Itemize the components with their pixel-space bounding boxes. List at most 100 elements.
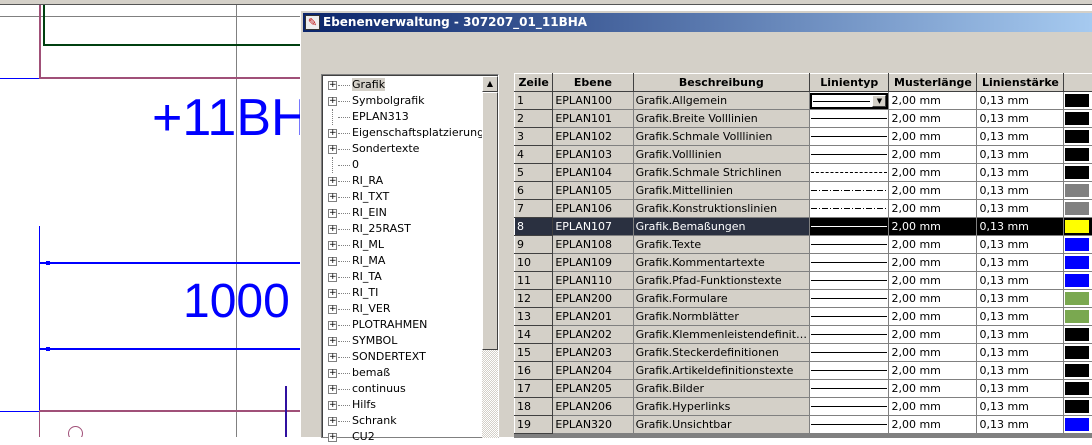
linetype-cell[interactable]: [810, 326, 889, 344]
expand-icon[interactable]: +: [328, 433, 337, 442]
tree-item[interactable]: +CU2: [328, 429, 375, 445]
pattern-length[interactable]: 2,00 mm: [889, 416, 977, 434]
linetype-cell[interactable]: [810, 110, 889, 128]
pattern-length[interactable]: 2,00 mm: [889, 398, 977, 416]
row-number[interactable]: 17: [515, 380, 553, 398]
row-number[interactable]: 8: [515, 218, 553, 236]
line-width[interactable]: 0,13 mm: [977, 146, 1064, 164]
line-width[interactable]: 0,13 mm: [977, 308, 1064, 326]
table-row[interactable]: 7EPLAN106Grafik.Konstruktionslinien2,00 …: [515, 200, 1092, 218]
row-number[interactable]: 15: [515, 344, 553, 362]
tree-item[interactable]: +RI_TA: [328, 269, 382, 285]
line-width[interactable]: 0,13 mm: [977, 218, 1064, 236]
row-number[interactable]: 3: [515, 128, 553, 146]
layer-name[interactable]: EPLAN109: [553, 254, 633, 272]
color-cell[interactable]: [1064, 308, 1092, 326]
expand-icon[interactable]: +: [328, 193, 337, 202]
expand-icon[interactable]: +: [328, 97, 337, 106]
table-row[interactable]: 5EPLAN104Grafik.Schmale Strichlinen2,00 …: [515, 164, 1092, 182]
tree-item[interactable]: +Schrank: [328, 413, 397, 429]
pattern-length[interactable]: 2,00 mm: [889, 110, 977, 128]
tree-item[interactable]: +continuus: [328, 381, 406, 397]
color-cell[interactable]: [1064, 362, 1092, 380]
row-number[interactable]: 2: [515, 110, 553, 128]
layer-description[interactable]: Grafik.Schmale Volllinien: [633, 128, 809, 146]
linetype-dropdown[interactable]: ▼: [810, 93, 888, 109]
pattern-length[interactable]: 2,00 mm: [889, 218, 977, 236]
pattern-length[interactable]: 2,00 mm: [889, 164, 977, 182]
table-row[interactable]: 18EPLAN206Grafik.Hyperlinks2,00 mm0,13 m…: [515, 398, 1092, 416]
line-width[interactable]: 0,13 mm: [977, 290, 1064, 308]
line-width[interactable]: 0,13 mm: [977, 416, 1064, 434]
row-number[interactable]: 18: [515, 398, 553, 416]
color-cell[interactable]: [1064, 416, 1092, 434]
layer-name[interactable]: EPLAN110: [553, 272, 633, 290]
tree-item[interactable]: +RI_MA: [328, 253, 385, 269]
layer-tree[interactable]: +Grafik+SymbolgrafikEPLAN313+Eigenschaft…: [321, 74, 499, 438]
pattern-length[interactable]: 2,00 mm: [889, 344, 977, 362]
layer-name[interactable]: EPLAN202: [553, 326, 633, 344]
layer-description[interactable]: Grafik.Mittellinien: [633, 182, 809, 200]
tree-item[interactable]: +RI_TXT: [328, 189, 389, 205]
layer-name[interactable]: EPLAN107: [553, 218, 633, 236]
expand-icon[interactable]: +: [328, 145, 337, 154]
color-cell[interactable]: [1064, 200, 1092, 218]
row-number[interactable]: 12: [515, 290, 553, 308]
layer-name[interactable]: EPLAN205: [553, 380, 633, 398]
linetype-cell[interactable]: [810, 416, 889, 434]
layer-description[interactable]: Grafik.Breite Volllinien: [633, 110, 809, 128]
color-cell[interactable]: [1064, 218, 1092, 236]
row-number[interactable]: 11: [515, 272, 553, 290]
layer-description[interactable]: Grafik.Klemmenleistendefinit…: [633, 326, 809, 344]
color-cell[interactable]: [1064, 182, 1092, 200]
table-row[interactable]: 14EPLAN202Grafik.Klemmenleistendefinit…2…: [515, 326, 1092, 344]
layer-description[interactable]: Grafik.Volllinien: [633, 146, 809, 164]
line-width[interactable]: 0,13 mm: [977, 344, 1064, 362]
layer-description[interactable]: Grafik.Pfad-Funktionstexte: [633, 272, 809, 290]
color-cell[interactable]: [1064, 128, 1092, 146]
color-cell[interactable]: [1064, 344, 1092, 362]
scroll-thumb[interactable]: [482, 92, 498, 350]
tree-item[interactable]: +SONDERTEXT: [328, 349, 426, 365]
pattern-length[interactable]: 2,00 mm: [889, 380, 977, 398]
pattern-length[interactable]: 2,00 mm: [889, 308, 977, 326]
row-number[interactable]: 6: [515, 182, 553, 200]
table-row[interactable]: 11EPLAN110Grafik.Pfad-Funktionstexte2,00…: [515, 272, 1092, 290]
table-row[interactable]: 16EPLAN204Grafik.Artikeldefinitionstexte…: [515, 362, 1092, 380]
line-width[interactable]: 0,13 mm: [977, 254, 1064, 272]
linetype-cell[interactable]: [810, 344, 889, 362]
expand-icon[interactable]: +: [328, 321, 337, 330]
table-row[interactable]: 1EPLAN100Grafik.Allgemein▼2,00 mm0,13 mm: [515, 92, 1092, 110]
color-cell[interactable]: [1064, 272, 1092, 290]
table-row[interactable]: 17EPLAN205Grafik.Bilder2,00 mm0,13 mm: [515, 380, 1092, 398]
tree-item[interactable]: +RI_TI: [328, 285, 378, 301]
color-cell[interactable]: [1064, 326, 1092, 344]
column-header[interactable]: Zeile: [515, 74, 553, 92]
row-number[interactable]: 5: [515, 164, 553, 182]
line-width[interactable]: 0,13 mm: [977, 326, 1064, 344]
tree-item[interactable]: +bemaß: [328, 365, 390, 381]
layer-name[interactable]: EPLAN104: [553, 164, 633, 182]
pattern-length[interactable]: 2,00 mm: [889, 92, 977, 110]
tree-item[interactable]: +Sondertexte: [328, 141, 419, 157]
color-cell[interactable]: [1064, 146, 1092, 164]
column-header[interactable]: Ebene: [553, 74, 633, 92]
tree-item[interactable]: 0: [328, 157, 359, 173]
pattern-length[interactable]: 2,00 mm: [889, 254, 977, 272]
layer-name[interactable]: EPLAN101: [553, 110, 633, 128]
linetype-cell[interactable]: [810, 290, 889, 308]
linetype-cell[interactable]: [810, 128, 889, 146]
line-width[interactable]: 0,13 mm: [977, 92, 1064, 110]
linetype-cell[interactable]: [810, 380, 889, 398]
scroll-up-icon[interactable]: ▲: [482, 76, 498, 92]
pattern-length[interactable]: 2,00 mm: [889, 236, 977, 254]
expand-icon[interactable]: +: [328, 257, 337, 266]
expand-icon[interactable]: +: [328, 81, 337, 90]
pattern-length[interactable]: 2,00 mm: [889, 290, 977, 308]
expand-icon[interactable]: +: [328, 305, 337, 314]
table-row[interactable]: 9EPLAN108Grafik.Texte2,00 mm0,13 mm: [515, 236, 1092, 254]
color-cell[interactable]: [1064, 398, 1092, 416]
layer-description[interactable]: Grafik.Allgemein: [633, 92, 809, 110]
layer-name[interactable]: EPLAN106: [553, 200, 633, 218]
expand-icon[interactable]: +: [328, 401, 337, 410]
